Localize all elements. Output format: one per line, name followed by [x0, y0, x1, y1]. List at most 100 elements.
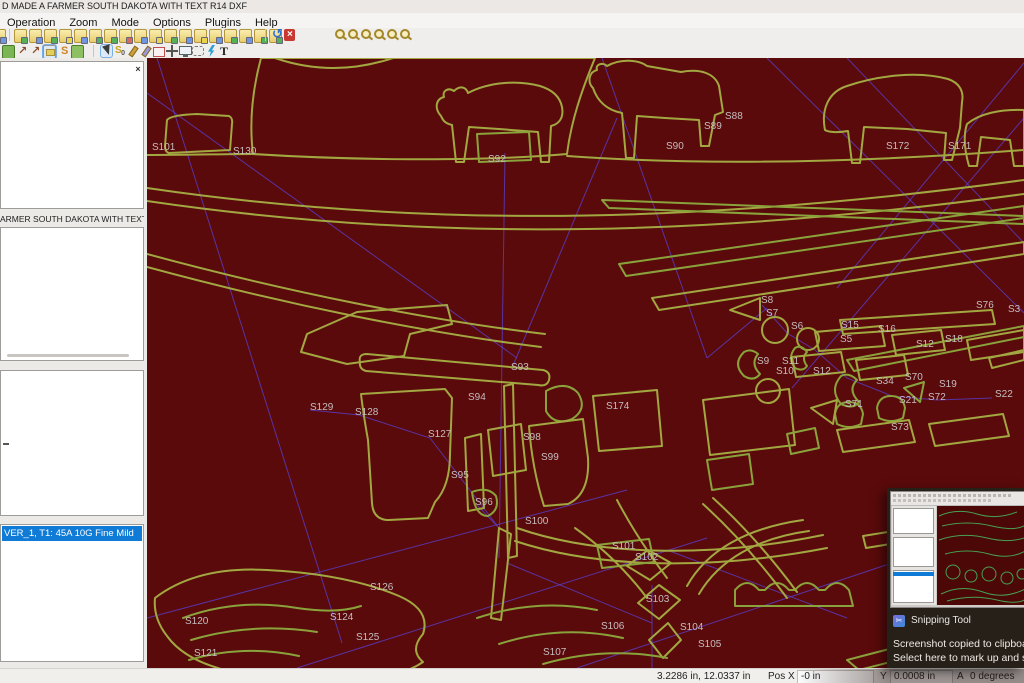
plate-setup-icon[interactable]	[43, 45, 56, 59]
list-dash	[3, 443, 9, 445]
ungroup-parts-icon[interactable]	[149, 29, 162, 43]
shape-label-s6: S6	[791, 321, 804, 332]
group-parts-icon[interactable]	[134, 29, 147, 43]
pos-x-label: Pos X	[768, 670, 795, 683]
shape-label-s15: S15	[841, 320, 859, 331]
horizontal-scrollbar[interactable]	[7, 354, 129, 357]
text-tool-icon[interactable]	[218, 45, 229, 57]
a-label: A	[957, 670, 964, 683]
snipping-tool-toast[interactable]: ✂ Snipping Tool Screenshot copied to cli…	[887, 488, 1024, 668]
zoom-extents-icon[interactable]	[373, 29, 384, 41]
shape-label-s21: S21	[899, 395, 917, 406]
layers-panel[interactable]: VER_1, T1: 45A 10G Fine Mild	[0, 524, 144, 662]
shape-label-s3: S3	[1008, 304, 1021, 315]
nest-parts-icon[interactable]	[164, 29, 177, 43]
layer-row-selected[interactable]: VER_1, T1: 45A 10G Fine Mild	[2, 526, 142, 541]
shape-label-s100: S100	[525, 516, 549, 527]
shape-label-s72: S72	[928, 392, 946, 403]
y-label: Y	[880, 670, 887, 683]
part-list-panel[interactable]	[0, 227, 144, 361]
array-part-icon[interactable]	[59, 29, 72, 43]
notification-line2[interactable]: Select here to mark up and share t	[893, 652, 1024, 664]
notification-line1[interactable]: Screenshot copied to clipboard an	[893, 638, 1024, 650]
undo-icon[interactable]	[271, 29, 282, 41]
y-input[interactable]: 0.0008 in	[890, 670, 953, 683]
shape-label-s18: S18	[945, 334, 963, 345]
window-title: D MADE A FARMER SOUTH DAKOTA WITH TEXT R…	[0, 0, 1024, 13]
shape-label-s12: S12	[813, 366, 831, 377]
rect-select-icon[interactable]	[153, 45, 164, 57]
thumbnail-selected-row	[893, 572, 934, 576]
zoom-out-icon[interactable]	[347, 29, 358, 41]
shape-label-s12: S12	[916, 339, 934, 350]
paste-part-icon[interactable]	[89, 29, 102, 43]
start-point-icon[interactable]	[114, 45, 125, 57]
insert-part-icon[interactable]	[29, 29, 42, 43]
lasso-select-icon[interactable]	[192, 45, 203, 57]
shape-label-s101: S101	[152, 142, 176, 153]
shape-label-s99: S99	[541, 452, 559, 463]
shape-label-s8: S8	[761, 295, 774, 306]
part-file-name[interactable]: ARMER SOUTH DAKOTA WITH TEXT R14 DXF	[0, 211, 144, 227]
rotate-part-icon[interactable]	[194, 29, 207, 43]
shape-label-s128: S128	[355, 407, 379, 418]
shape-label-s120: S120	[185, 616, 209, 627]
shape-label-s10: S10	[776, 366, 794, 377]
set-origin-flag-icon[interactable]	[71, 45, 84, 59]
shape-label-s7: S7	[766, 308, 779, 319]
start-sequence-icon[interactable]	[58, 45, 69, 57]
toolbar-secondary	[0, 44, 1024, 59]
shape-label-s92: S92	[488, 154, 506, 165]
thumbnail-canvas	[937, 506, 1024, 605]
zoom-previous-icon[interactable]	[399, 29, 410, 41]
status-bar: 3.2286 in, 12.0337 in Pos X -0 in Y 0.00…	[0, 668, 1024, 683]
part-preview-panel[interactable]: ×	[0, 61, 144, 209]
app-window: D MADE A FARMER SOUTH DAKOTA WITH TEXT R…	[0, 0, 1024, 683]
shape-label-s73: S73	[891, 422, 909, 433]
add-contour-icon[interactable]	[104, 29, 117, 43]
mirror-part-icon[interactable]	[209, 29, 222, 43]
shape-label-s106: S106	[601, 621, 625, 632]
clipped-part-icon[interactable]	[0, 29, 6, 43]
zoom-in-icon[interactable]	[334, 29, 345, 41]
shape-label-s89: S89	[704, 121, 722, 132]
shape-label-s34: S34	[876, 376, 894, 387]
move-path-icon[interactable]	[140, 45, 151, 57]
shape-label-s16: S16	[878, 324, 896, 335]
post-process-icon[interactable]	[17, 45, 28, 57]
sidebar: × ARMER SOUTH DAKOTA WITH TEXT R14 DXF V…	[0, 58, 148, 668]
screenshot-thumbnail[interactable]	[890, 491, 1024, 608]
move-origin-icon[interactable]	[166, 45, 177, 57]
offset-part-icon[interactable]	[239, 29, 252, 43]
shape-label-s121: S121	[194, 648, 218, 659]
thumbnail-sidebar	[892, 506, 936, 605]
shape-label-s90: S90	[666, 141, 684, 152]
shape-label-s22: S22	[995, 389, 1013, 400]
shape-label-s5: S5	[840, 334, 853, 345]
run-post-icon[interactable]	[30, 45, 41, 57]
copy-part-icon[interactable]	[74, 29, 87, 43]
shape-label-s125: S125	[356, 632, 380, 643]
align-parts-icon[interactable]	[179, 29, 192, 43]
duplicate-part-icon[interactable]	[44, 29, 57, 43]
shape-label-s94: S94	[468, 392, 486, 403]
operations-panel[interactable]	[0, 370, 144, 516]
measure-icon[interactable]	[205, 45, 216, 57]
select-cursor-icon[interactable]	[101, 45, 112, 57]
pos-x-input[interactable]: -0 in	[797, 670, 874, 683]
zoom-window-icon[interactable]	[360, 29, 371, 41]
edit-path-icon[interactable]	[127, 45, 138, 57]
shape-label-s71: S71	[845, 399, 863, 410]
scale-part-icon[interactable]	[224, 29, 237, 43]
simulation-icon[interactable]	[179, 45, 190, 57]
remove-contour-icon[interactable]	[119, 29, 132, 43]
job-options-icon[interactable]	[2, 45, 15, 59]
import-part-icon[interactable]	[14, 29, 27, 43]
close-icon[interactable]: ×	[132, 64, 144, 75]
shape-label-s126: S126	[370, 582, 394, 593]
shape-label-s172: S172	[886, 141, 910, 152]
zoom-part-icon[interactable]	[386, 29, 397, 41]
a-input[interactable]: 0 degrees	[966, 670, 1024, 683]
shape-label-s88: S88	[725, 111, 743, 122]
delete-part-icon[interactable]	[284, 29, 295, 41]
